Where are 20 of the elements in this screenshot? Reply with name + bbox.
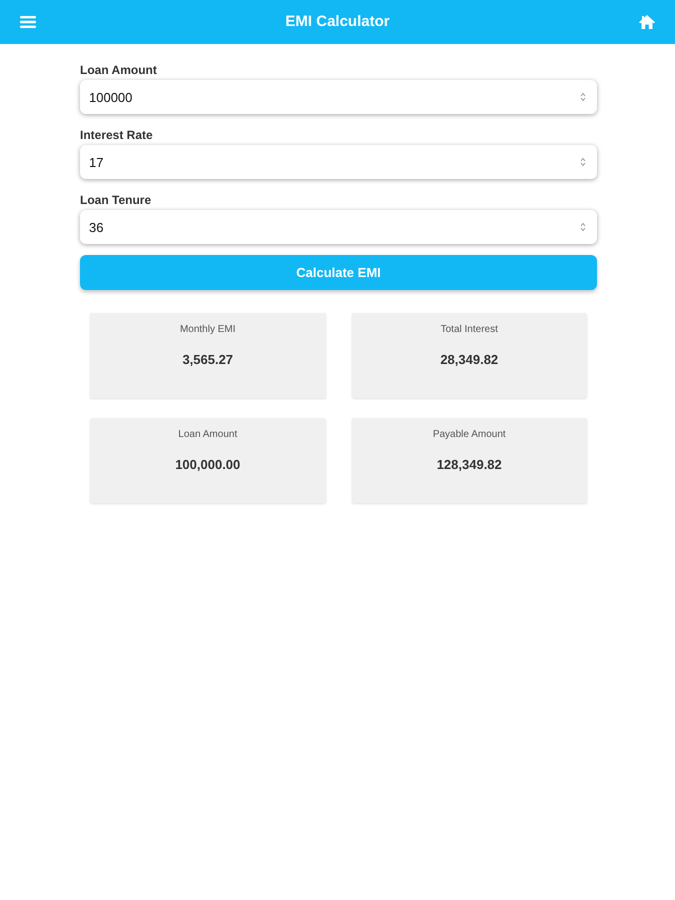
field-label: Loan Amount: [80, 63, 157, 78]
result-label: Loan Amount: [178, 429, 238, 441]
result-value: 28,349.82: [440, 352, 498, 368]
result-value: 3,565.27: [182, 352, 234, 368]
result-value: 100,000.00: [175, 457, 240, 473]
field-label: Interest Rate: [80, 128, 153, 143]
menu-icon[interactable]: [20, 15, 36, 29]
spinner-icon[interactable]: [580, 92, 586, 102]
result-label: Monthly EMI: [180, 324, 236, 336]
number-input[interactable]: 36: [80, 210, 597, 244]
result-label: Total Interest: [440, 324, 498, 336]
spinner-icon[interactable]: [580, 222, 586, 232]
home-icon[interactable]: [639, 15, 655, 29]
app-title: EMI Calculator: [285, 12, 390, 32]
number-input[interactable]: 100000: [80, 80, 597, 114]
result-label: Payable Amount: [432, 429, 506, 441]
number-input[interactable]: 17: [80, 145, 597, 179]
result-value: 128,349.82: [436, 457, 502, 473]
spinner-icon[interactable]: [580, 157, 586, 167]
field-label: Loan Tenure: [80, 193, 152, 208]
